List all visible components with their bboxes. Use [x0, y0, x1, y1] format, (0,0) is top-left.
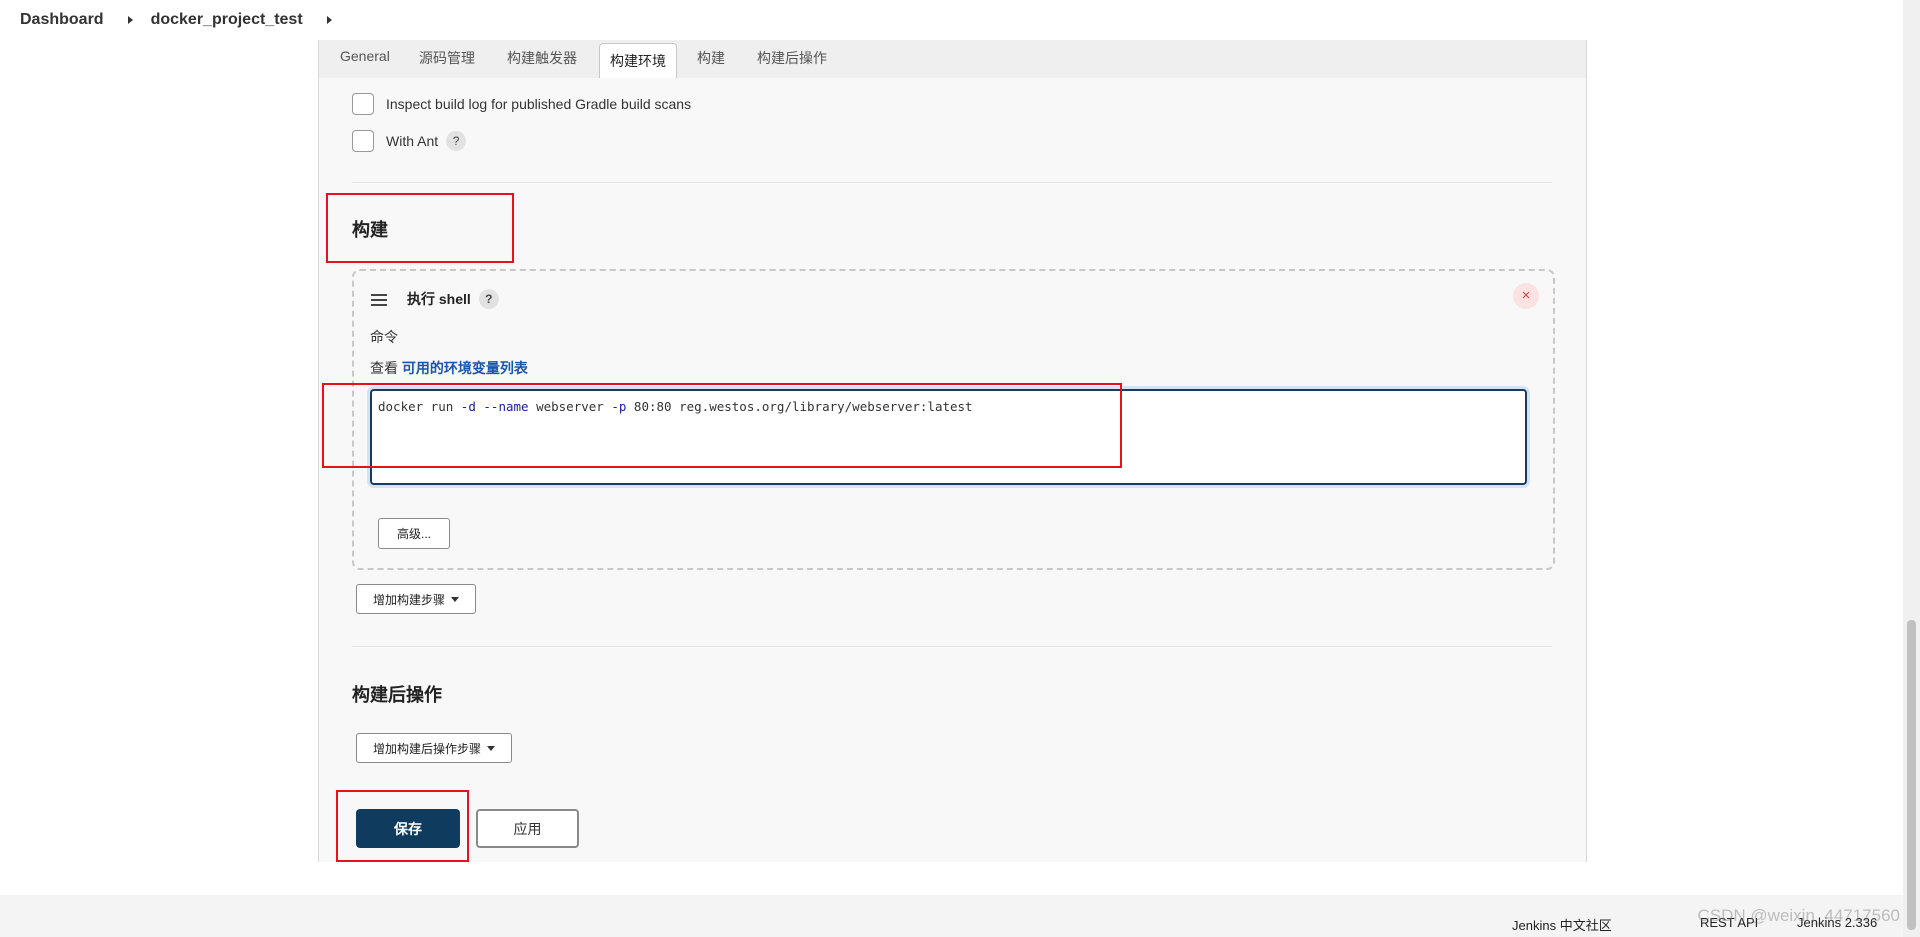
section-divider [352, 182, 1552, 183]
env-vars-hint: 查看 可用的环境变量列表 [370, 358, 528, 378]
highlight-box [336, 790, 469, 862]
caret-down-icon [451, 596, 459, 602]
with-ant-option: With Ant ? [352, 130, 467, 152]
close-icon[interactable]: × [1513, 283, 1539, 309]
add-build-step-label: 增加构建步骤 [372, 592, 445, 607]
section-divider [352, 646, 1552, 647]
with-ant-label: With Ant [386, 133, 439, 149]
breadcrumb-project[interactable]: docker_project_test [151, 11, 303, 29]
caret-down-icon [487, 745, 495, 751]
gradle-scan-option: Inspect build log for published Gradle b… [352, 93, 691, 115]
add-post-build-step-label: 增加构建后操作步骤 [372, 741, 481, 756]
tab-build-triggers[interactable]: 构建触发器 [507, 48, 577, 68]
add-build-step-button[interactable]: 增加构建步骤 [356, 584, 476, 614]
add-post-build-step-button[interactable]: 增加构建后操作步骤 [356, 733, 512, 763]
help-icon[interactable]: ? [446, 131, 467, 151]
breadcrumb-dashboard[interactable]: Dashboard [20, 11, 104, 29]
tab-post-build[interactable]: 构建后操作 [757, 48, 827, 68]
scrollbar[interactable] [1903, 0, 1920, 937]
chevron-right-icon[interactable] [127, 16, 133, 24]
env-vars-link[interactable]: 可用的环境变量列表 [402, 360, 528, 376]
tab-build-environment[interactable]: 构建环境 [599, 43, 677, 78]
scrollbar-thumb[interactable] [1907, 620, 1916, 930]
apply-button[interactable]: 应用 [476, 809, 579, 848]
chevron-right-icon[interactable] [326, 16, 332, 24]
highlight-box [322, 383, 1122, 468]
community-link[interactable]: Jenkins 中文社区 [1512, 915, 1612, 934]
drag-handle-icon[interactable] [371, 294, 387, 309]
footer: Jenkins 中文社区 REST API Jenkins 2.336 [0, 895, 1903, 937]
tab-source-management[interactable]: 源码管理 [419, 48, 475, 68]
gradle-scan-checkbox[interactable] [352, 93, 374, 115]
breadcrumb: Dashboard docker_project_test [0, 0, 1903, 40]
command-label: 命令 [370, 329, 398, 345]
config-panel: General 源码管理 构建触发器 构建环境 构建 构建后操作 Inspect… [318, 40, 1587, 862]
advanced-button[interactable]: 高级... [378, 518, 450, 549]
step-title-label: 执行 shell [407, 291, 471, 307]
watermark: CSDN @weixin_44717560 [1697, 906, 1900, 925]
view-text: 查看 [370, 360, 398, 376]
help-icon[interactable]: ? [478, 289, 499, 309]
tab-general[interactable]: General [340, 48, 390, 64]
step-title: 执行 shell ? [407, 289, 499, 309]
gradle-scan-label: Inspect build log for published Gradle b… [386, 96, 692, 112]
tab-build[interactable]: 构建 [697, 48, 725, 68]
highlight-box [326, 193, 514, 263]
post-build-section-title: 构建后操作 [352, 685, 442, 705]
with-ant-checkbox[interactable] [352, 130, 374, 152]
config-tabs: General 源码管理 构建触发器 构建环境 构建 构建后操作 [319, 40, 1586, 78]
